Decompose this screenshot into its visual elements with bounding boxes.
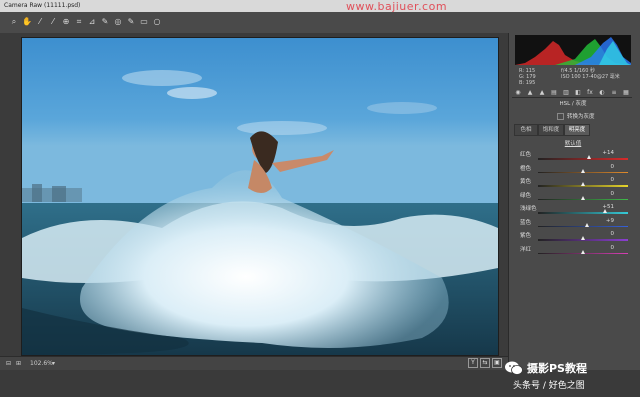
slider-thumb[interactable] <box>603 209 607 213</box>
graduated-filter-icon[interactable]: ▭ <box>139 17 149 27</box>
tab-luminance[interactable]: 明亮度 <box>564 124 590 136</box>
brand-subtitle: 头条号 / 好色之图 <box>513 381 585 391</box>
red-eye-icon[interactable]: ◎ <box>113 17 123 27</box>
tab-saturation[interactable]: 饱和度 <box>538 124 564 136</box>
zoom-out-icon[interactable]: ⊟ <box>6 360 11 367</box>
slider-value[interactable]: 0 <box>594 245 615 251</box>
slider-track[interactable] <box>538 225 628 227</box>
slider-row: 绿色 0 <box>518 191 628 204</box>
slider-row: 紫色 0 <box>518 231 628 244</box>
slider-track[interactable] <box>538 212 628 214</box>
slider-row: 黄色 0 <box>518 177 628 190</box>
slider-value[interactable]: 0 <box>594 177 615 183</box>
panel-tabs: ◉ ▲ ▲ ▤ ▥ ◧ fx ◐ ≡ ▦ <box>512 88 632 98</box>
zoom-dropdown-icon[interactable]: ▾ <box>52 360 55 367</box>
target-adjust-icon[interactable]: ⊕ <box>61 17 71 27</box>
slider-value[interactable]: +9 <box>594 218 614 224</box>
slider-label: 红色 <box>520 152 532 158</box>
brand-logo: 摄影PS教程 头条号 / 好色之图 <box>505 358 635 394</box>
slider-row: 红色 +14 <box>518 150 628 163</box>
slider-value[interactable]: 0 <box>594 191 615 197</box>
presets-tab-icon[interactable]: ≡ <box>610 89 618 96</box>
slider-value[interactable]: 0 <box>594 231 615 237</box>
crop-icon[interactable]: ⌗ <box>74 17 84 27</box>
snapshots-tab-icon[interactable]: ▦ <box>622 89 630 96</box>
histogram <box>515 35 631 65</box>
slider-thumb[interactable] <box>580 168 585 173</box>
slider-thumb[interactable] <box>580 236 585 240</box>
slider-thumb[interactable] <box>585 222 589 227</box>
preview-toggle-icon[interactable]: ▣ <box>492 358 502 368</box>
slider-label: 洋红 <box>520 246 532 253</box>
slider-label: 紫色 <box>520 233 532 239</box>
effects-tab-icon[interactable]: fx <box>586 89 594 96</box>
grayscale-label: 转换为灰度 <box>567 114 595 120</box>
hsl-subtabs: 色相 饱和度 明亮度 <box>514 124 632 136</box>
detail-tab-icon[interactable]: ▲ <box>538 89 546 96</box>
swap-settings-icon[interactable]: ⇆ <box>480 358 490 368</box>
photo-image <box>22 38 498 355</box>
slider-row: 蓝色 +9 <box>518 218 628 231</box>
photo-preview[interactable] <box>21 37 499 356</box>
tab-hue[interactable]: 色相 <box>514 124 538 136</box>
slider-thumb[interactable] <box>580 195 585 200</box>
window-title: Camera Raw (11111.psd) <box>4 2 81 9</box>
before-after-toggle-icon[interactable]: Y <box>468 358 478 368</box>
slider-value[interactable]: 0 <box>594 164 615 170</box>
checkbox-box[interactable] <box>557 113 564 120</box>
basic-tab-icon[interactable]: ◉ <box>514 89 522 96</box>
grayscale-checkbox[interactable]: 转换为灰度 <box>557 112 595 120</box>
readout-b: B: 195 <box>519 80 536 86</box>
window-title-bar: Camera Raw (11111.psd) www.bajiuer.com <box>0 0 640 13</box>
slider-thumb[interactable] <box>580 249 585 254</box>
slider-track[interactable] <box>538 158 628 160</box>
zoom-icon[interactable]: ⌕ <box>9 17 19 27</box>
brush-icon[interactable]: ✎ <box>126 17 136 27</box>
defaults-link[interactable]: 默认值 <box>515 139 631 147</box>
straighten-icon[interactable]: ⊿ <box>87 17 97 27</box>
slider-label: 橙色 <box>520 165 532 172</box>
slider-row: 洋红 0 <box>518 245 628 258</box>
tone-curve-tab-icon[interactable]: ▲ <box>526 89 534 96</box>
slider-label: 浅绿色 <box>520 206 537 212</box>
hsl-tab-icon[interactable]: ▤ <box>550 89 558 96</box>
lens-info: ISO 100 17-40@27 毫米 <box>561 74 620 80</box>
slider-value[interactable]: +14 <box>594 150 614 156</box>
rgb-readout: R: 115 G: 179 B: 195 f/4.5 1/160 秒 ISO 1… <box>515 67 631 88</box>
radial-filter-icon[interactable]: ○ <box>152 17 162 27</box>
color-sampler-icon[interactable]: ⁄ <box>48 17 58 27</box>
white-balance-icon[interactable]: ⁄ <box>35 17 45 27</box>
slider-row: 橙色 0 <box>518 164 628 177</box>
hand-icon[interactable]: ✋ <box>22 17 32 27</box>
histogram-graph <box>515 37 631 65</box>
slider-thumb[interactable] <box>580 182 585 186</box>
spot-removal-icon[interactable]: ✎ <box>100 17 110 27</box>
tool-bar: ⌕ ✋ ⁄ ⁄ ⊕ ⌗ ⊿ ✎ ◎ ✎ ▭ ○ <box>0 12 640 34</box>
slider-thumb[interactable] <box>586 155 591 159</box>
slider-label: 黄色 <box>520 179 532 185</box>
camera-calibration-tab-icon[interactable]: ◐ <box>598 89 606 96</box>
section-title: HSL / 灰度 <box>559 101 587 107</box>
canvas-footer: ⊟ ⊞ 102.6% ▾ <box>0 356 508 371</box>
zoom-in-icon[interactable]: ⊞ <box>16 360 21 367</box>
slider-label: 绿色 <box>520 192 532 199</box>
wechat-icon <box>505 361 523 375</box>
zoom-level[interactable]: 102.6% <box>30 360 53 367</box>
slider-label: 蓝色 <box>520 219 532 226</box>
lens-tab-icon[interactable]: ◧ <box>574 89 582 96</box>
split-tone-tab-icon[interactable]: ▥ <box>562 89 570 96</box>
brand-title: 摄影PS教程 <box>527 362 587 375</box>
view-buttons: Y ⇆ ▣ <box>466 357 508 368</box>
slider-row: 浅绿色 +51 <box>518 204 628 217</box>
